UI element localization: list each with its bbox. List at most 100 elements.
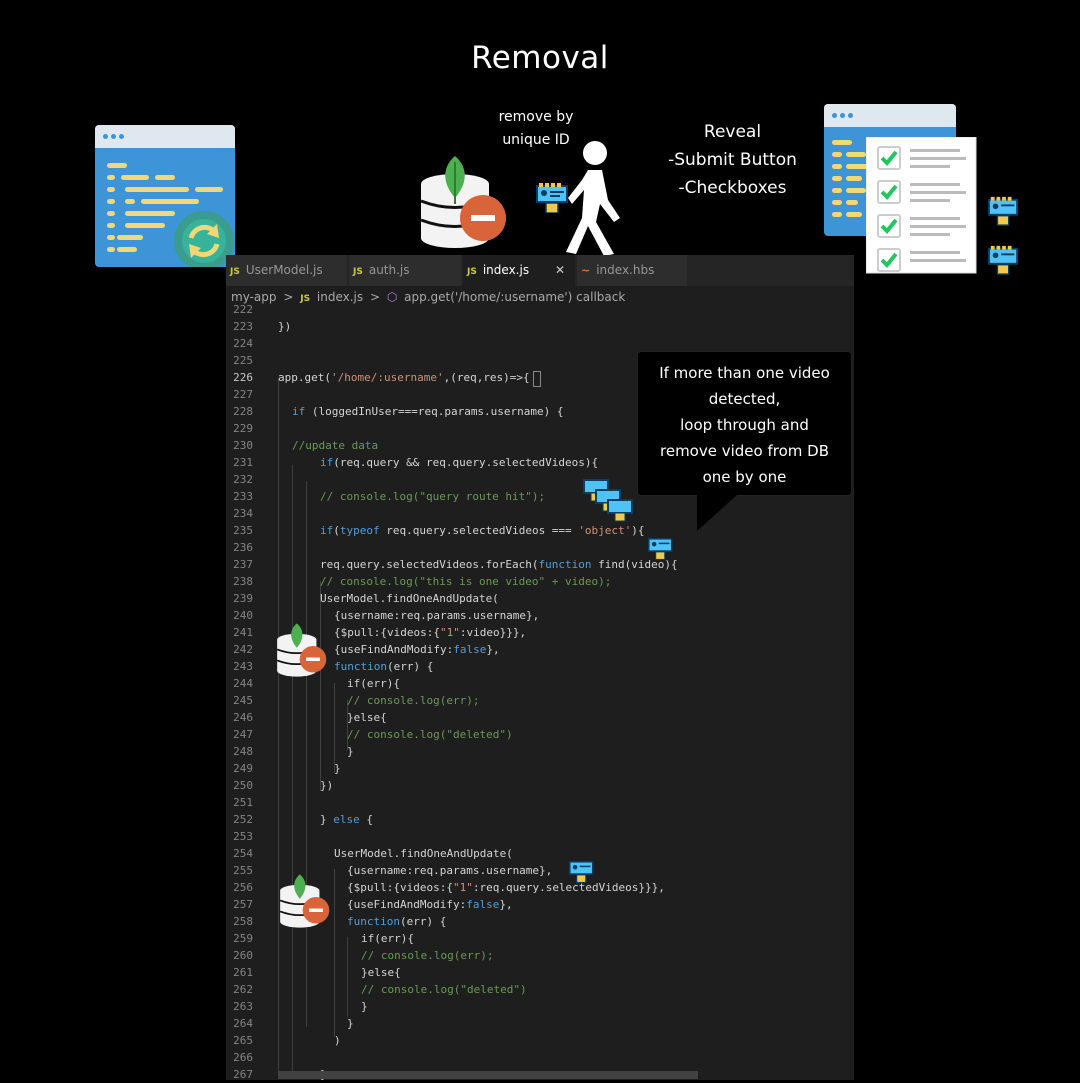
line-number: 235 <box>233 524 253 537</box>
line-number: 245 <box>233 694 253 707</box>
js-file-icon: JS <box>300 294 311 304</box>
code-line-255: {username:req.params.username}, <box>347 864 553 877</box>
code-line-257: {useFindAndModify:false}, <box>347 898 513 911</box>
line-number: 248 <box>233 745 253 758</box>
line-number: 232 <box>233 473 253 486</box>
code-line-237: req.query.selectedVideos.forEach(functio… <box>320 558 678 571</box>
callout-box: If more than one video detected, loop th… <box>637 351 852 496</box>
code-line-259: if(err){ <box>361 932 414 945</box>
line-number: 229 <box>233 422 253 435</box>
code-line-245: // console.log(err); <box>347 694 480 707</box>
line-number: 255 <box>233 864 253 877</box>
line-number: 249 <box>233 762 253 775</box>
line-number: 266 <box>233 1051 253 1064</box>
line-number: 263 <box>233 1000 253 1013</box>
code-line-254: UserModel.findOneAndUpdate( <box>334 847 513 860</box>
tab-bar: JS UserModel.js JS auth.js JS index.js ✕ ~ in… <box>226 255 854 286</box>
line-number: 253 <box>233 830 253 843</box>
video-card-stack-icon <box>583 479 633 522</box>
slide-title: Removal <box>471 40 609 76</box>
close-icon[interactable]: ✕ <box>555 255 565 286</box>
line-number: 254 <box>233 847 253 860</box>
horizontal-scrollbar[interactable] <box>278 1071 698 1079</box>
code-line-243: function(err) { <box>334 660 434 673</box>
line-number: 238 <box>233 575 253 588</box>
code-line-242: {useFindAndModify:false}, <box>334 643 500 656</box>
code-line-260: // console.log(err); <box>361 949 494 962</box>
code-line-238: // console.log("this is one video" + vid… <box>320 575 612 588</box>
line-number: 236 <box>233 541 253 554</box>
line-number: 227 <box>233 388 253 401</box>
line-number: 222 <box>233 303 253 316</box>
code-line-247: // console.log("deleted") <box>347 728 513 741</box>
line-number: 243 <box>233 660 253 673</box>
code-line-264: } <box>347 1017 354 1030</box>
code-line-240: {username:req.params.username}, <box>334 609 540 622</box>
walking-person-icon <box>566 141 620 256</box>
line-number: 257 <box>233 898 253 911</box>
line-number: 225 <box>233 354 253 367</box>
code-line-228: if (loggedInUser===req.params.username) … <box>292 405 564 418</box>
database-remove-icon <box>279 874 330 928</box>
video-card-icon <box>648 538 673 561</box>
line-number: 261 <box>233 966 253 979</box>
line-number: 234 <box>233 507 253 520</box>
code-line-241: {$pull:{videos:{"1":video}}}, <box>334 626 527 639</box>
line-number: 241 <box>233 626 253 639</box>
line-number: 262 <box>233 983 253 996</box>
line-number: 267 <box>233 1068 253 1081</box>
breadcrumb-symbol[interactable]: app.get('/home/:username') callback <box>404 290 625 304</box>
line-number: 223 <box>233 320 253 333</box>
code-line-263: } <box>361 1000 368 1013</box>
line-number: 244 <box>233 677 253 690</box>
line-number: 239 <box>233 592 253 605</box>
code-line-223: }) <box>278 320 292 333</box>
database-remove-icon <box>420 156 506 248</box>
database-remove-icon <box>276 623 327 677</box>
code-line-261: }else{ <box>361 966 401 979</box>
line-number: 252 <box>233 813 253 826</box>
method-icon: ⬡ <box>386 290 398 304</box>
line-number: 242 <box>233 643 253 656</box>
line-number: 240 <box>233 609 253 622</box>
code-line-258: function(err) { <box>347 915 447 928</box>
line-number: 228 <box>233 405 253 418</box>
code-line-250: }) <box>320 779 334 792</box>
code-line-226: app.get('/home/:username',(req,res)=>{ <box>278 371 530 384</box>
breadcrumb-file[interactable]: index.js <box>317 290 363 304</box>
tab-auth[interactable]: JS auth.js <box>349 255 461 286</box>
video-card-icon <box>988 245 1019 275</box>
code-line-235: if(typeof req.query.selectedVideos === '… <box>320 524 645 537</box>
line-number: 247 <box>233 728 253 741</box>
code-line-256: {$pull:{videos:{"1":req.query.selectedVi… <box>347 881 665 894</box>
code-line-262: // console.log("deleted") <box>361 983 527 996</box>
line-number: 233 <box>233 490 253 503</box>
code-line-265: ) <box>334 1034 341 1047</box>
line-number: 260 <box>233 949 253 962</box>
code-line-230: //update data <box>292 439 379 452</box>
code-line-239: UserModel.findOneAndUpdate( <box>320 592 499 605</box>
breadcrumb: my-app > JS index.js > ⬡ app.get('/home/… <box>231 290 626 304</box>
line-number: 251 <box>233 796 253 809</box>
checklist-icon <box>866 137 977 274</box>
line-number: 237 <box>233 558 253 571</box>
code-line-252: } else { <box>320 813 373 826</box>
line-number: 264 <box>233 1017 253 1030</box>
line-number: 231 <box>233 456 253 469</box>
line-number: 230 <box>233 439 253 452</box>
line-number: 259 <box>233 932 253 945</box>
line-number: 256 <box>233 881 253 894</box>
tab-index-hbs[interactable]: ~ index.hbs <box>577 255 687 286</box>
code-line-244: if(err){ <box>347 677 400 690</box>
tab-usermodel[interactable]: JS UserModel.js <box>226 255 347 286</box>
reveal-caption: Reveal -Submit Button -Checkboxes <box>668 122 797 198</box>
line-number: 265 <box>233 1034 253 1047</box>
line-number: 258 <box>233 915 253 928</box>
code-line-233: // console.log("query route hit"); <box>320 490 546 503</box>
tab-index-js[interactable]: JS index.js ✕ <box>463 255 575 286</box>
callout-tail <box>697 495 737 531</box>
code-line-246: }else{ <box>347 711 387 724</box>
video-card-icon <box>988 196 1019 226</box>
code-line-231: if(req.query && req.query.selectedVideos… <box>320 456 599 469</box>
line-number: 224 <box>233 337 253 350</box>
